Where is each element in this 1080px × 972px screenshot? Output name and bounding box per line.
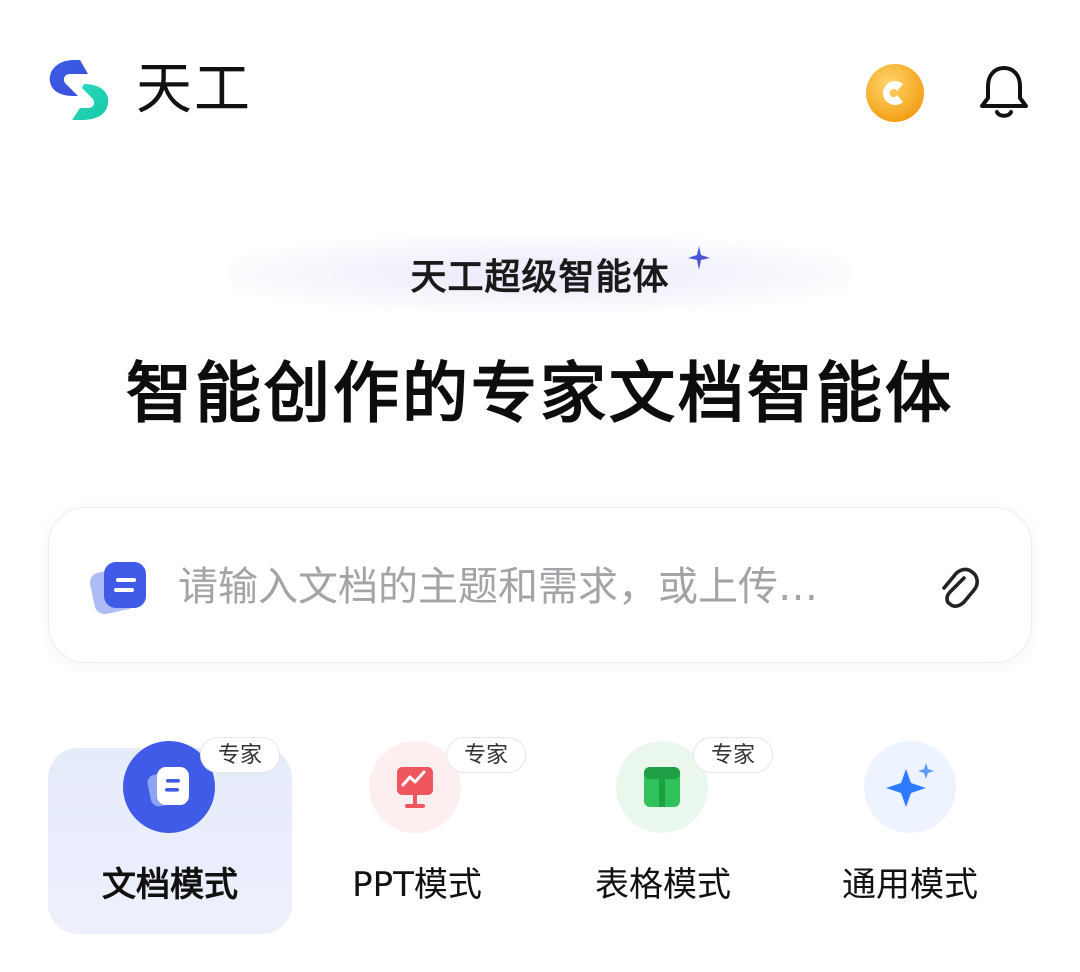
mode-general-icon-bg [864,741,956,833]
sparkle-icon [688,246,710,270]
product-badge: 天工超级智能体 [230,236,850,312]
mode-document-tag: 专家 [200,737,280,773]
mode-ppt-tag: 专家 [446,737,526,773]
search-placeholder: 请输入文档的主题和需求，或上传… [178,564,818,610]
coin-icon[interactable] [864,62,926,124]
bell-icon[interactable] [976,62,1032,120]
app-name: 天工 [136,57,252,122]
mode-document-label: 文档模式 [102,865,238,905]
mode-table-tag: 专家 [693,737,773,773]
page-title: 智能创作的专家文档智能体 [126,355,954,432]
product-badge-label: 天工超级智能体 [410,257,670,298]
mode-ppt-label: PPT模式 [352,865,482,905]
attachment-icon[interactable] [934,562,984,612]
mode-general-label: 通用模式 [842,865,978,905]
app-home: 天工 天工超级智能体 智能创作的专家文档智能体 请输入文档的主题和需求，或上传… [0,0,1080,972]
document-icon [89,562,146,615]
mode-table-label: 表格模式 [595,865,731,905]
sparkle-icon [886,763,934,807]
tiangong-logo-icon [49,60,109,120]
